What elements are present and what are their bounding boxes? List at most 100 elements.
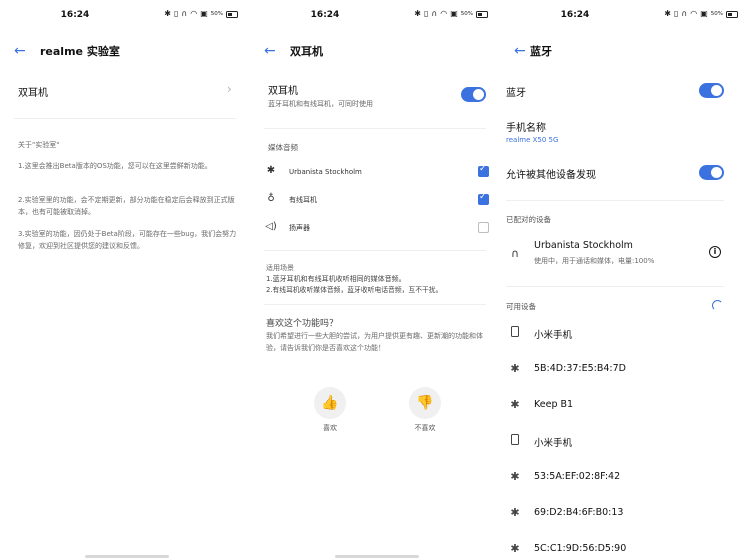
media-item-label: 扬声器 <box>289 224 310 232</box>
vibrate-icon: ▯ <box>673 9 679 18</box>
nfc-icon: ▣ <box>700 9 708 18</box>
status-time: 16:24 <box>560 10 590 20</box>
divider <box>264 304 486 305</box>
available-device-row[interactable]: 小米手机 <box>500 316 750 352</box>
available-devices-heading: 可用设备 <box>506 302 536 311</box>
media-item[interactable]: ◁) 扬声器 <box>250 216 500 240</box>
media-audio-label: 媒体音频 <box>268 143 298 152</box>
media-item-checkbox[interactable] <box>478 164 489 177</box>
lab-screen: 16:24 ✱ ▯ ∩ ◠ ▣ 50% ← realme 实验室 双耳机 › 关… <box>0 0 250 560</box>
media-item-checkbox[interactable] <box>478 192 489 205</box>
toggle-title: 双耳机 <box>268 86 298 97</box>
divider <box>264 250 486 251</box>
scanning-spinner-icon <box>712 300 723 311</box>
phone-icon <box>508 434 522 448</box>
media-item[interactable]: ♁ 有线耳机 <box>250 188 500 212</box>
headphone-icon: ∩ <box>681 9 688 18</box>
available-device-name: 小米手机 <box>534 438 573 449</box>
headphone-icon: ∩ <box>431 9 438 18</box>
phone-icon <box>508 326 522 340</box>
dual-earphone-screen: 16:24 ✱ ▯ ∩ ◠ ▣ 50% ← 双耳机 双耳机 蓝牙耳机和有线耳机，… <box>250 0 500 560</box>
device-name-row[interactable]: 手机名称 realme X50 5G <box>500 116 750 150</box>
feedback-description: 我们希望进行一些大胆的尝试，为用户提供更有趣、更新潮的功能和体验，请告诉我们你是… <box>266 332 483 352</box>
dislike-label: 不喜欢 <box>414 424 436 432</box>
home-indicator[interactable] <box>85 555 169 558</box>
bluetooth-icon: ✱ <box>510 362 520 375</box>
page-title: 双耳机 <box>290 45 323 58</box>
device-name-label: 手机名称 <box>506 123 546 134</box>
thumbs-down-icon: 👎 <box>416 395 434 411</box>
status-time: 16:24 <box>310 10 340 20</box>
page-title: realme 实验室 <box>40 45 120 58</box>
page-header: ← 蓝牙 <box>500 38 750 64</box>
available-device-name: 5B:4D:37:E5:B4:7D <box>534 363 626 374</box>
feedback-title: 喜欢这个功能吗？ <box>266 319 339 329</box>
divider <box>506 286 724 287</box>
like-button[interactable]: 👍 <box>314 387 346 419</box>
dual-earphone-toggle[interactable] <box>461 87 486 102</box>
chevron-right-icon: › <box>227 82 232 96</box>
bluetooth-icon: ✱ <box>164 9 171 18</box>
available-device-row[interactable]: ✱ 53:5A:EF:02:8F:42 <box>500 460 750 496</box>
bluetooth-icon: ✱ <box>510 506 520 519</box>
bluetooth-toggle[interactable] <box>699 83 724 98</box>
battery-percent: 50% <box>210 11 223 17</box>
available-device-row[interactable]: ✱ Keep B1 <box>500 388 750 424</box>
status-time: 16:24 <box>60 10 90 20</box>
wifi-icon: ◠ <box>440 9 448 18</box>
media-item-label: Urbanista Stockholm <box>289 168 362 176</box>
discoverable-toggle[interactable] <box>699 165 724 180</box>
wifi-icon: ◠ <box>690 9 698 18</box>
dislike-button[interactable]: 👎 <box>409 387 441 419</box>
nfc-icon: ▣ <box>200 9 208 18</box>
available-device-row[interactable]: ✱ 5C:C1:9D:56:D5:90 <box>500 532 750 560</box>
info-icon[interactable]: i <box>709 246 721 258</box>
about-paragraph-2: 2.实验室里的功能，会不定期更新，部分功能在稳定后会释放到正式版本，也有可能被取… <box>18 196 235 216</box>
speaker-icon: ◁) <box>265 221 277 232</box>
media-item[interactable]: ✱ Urbanista Stockholm <box>250 160 500 184</box>
media-item-checkbox[interactable] <box>478 222 489 233</box>
available-device-row[interactable]: 小米手机 <box>500 424 750 460</box>
page-title: 蓝牙 <box>530 45 552 58</box>
bluetooth-screen: 16:24 ✱ ▯ ∩ ◠ ▣ 50% ← 蓝牙 蓝牙 手机名称 realme … <box>500 0 750 560</box>
available-device-row[interactable]: ✱ 5B:4D:37:E5:B4:7D <box>500 352 750 388</box>
discoverable-row: 允许被其他设备发现 <box>500 160 750 186</box>
back-arrow-icon[interactable]: ← <box>264 41 276 61</box>
media-item-label: 有线耳机 <box>289 196 317 204</box>
bluetooth-icon: ✱ <box>510 398 520 411</box>
vibrate-icon: ▯ <box>173 9 179 18</box>
about-paragraph-1: 1.这里会推出Beta版本的OS功能，您可以在这里尝鲜新功能。 <box>18 162 212 170</box>
available-device-name: Keep B1 <box>534 399 574 410</box>
wifi-icon: ◠ <box>190 9 198 18</box>
page-header: ← 双耳机 <box>250 38 500 64</box>
divider <box>14 118 236 119</box>
status-icons: ✱ ▯ ∩ ◠ ▣ 50% <box>414 9 488 19</box>
available-device-row[interactable]: ✱ 69:D2:B4:6F:B0:13 <box>500 496 750 532</box>
available-device-name: 小米手机 <box>534 330 573 341</box>
bluetooth-toggle-row: 蓝牙 <box>500 78 750 104</box>
headphone-icon: ∩ <box>181 9 188 18</box>
bluetooth-label: 蓝牙 <box>506 88 526 99</box>
available-device-name: 53:5A:EF:02:8F:42 <box>534 471 621 482</box>
divider <box>264 128 486 129</box>
thumbs-up-icon: 👍 <box>321 395 339 411</box>
bluetooth-icon: ✱ <box>510 542 520 555</box>
status-bar: 16:24 ✱ ▯ ∩ ◠ ▣ 50% <box>250 0 500 32</box>
device-name-value: realme X50 5G <box>506 136 559 144</box>
status-icons: ✱ ▯ ∩ ◠ ▣ 50% <box>664 9 738 19</box>
paired-device-status: 使用中，用于通话和媒体，电量:100% <box>534 257 655 265</box>
battery-percent: 50% <box>710 11 723 17</box>
wired-headphone-icon: ♁ <box>267 193 275 204</box>
home-indicator[interactable] <box>335 555 419 558</box>
divider <box>506 200 724 201</box>
back-arrow-icon[interactable]: ← <box>514 41 526 61</box>
battery-icon <box>476 10 488 18</box>
like-label: 喜欢 <box>323 424 337 432</box>
paired-device-row[interactable]: ∩ Urbanista Stockholm 使用中，用于通话和媒体，电量:100… <box>500 234 750 274</box>
status-bar: 16:24 ✱ ▯ ∩ ◠ ▣ 50% <box>500 0 750 32</box>
nfc-icon: ▣ <box>450 9 458 18</box>
back-arrow-icon[interactable]: ← <box>14 41 26 61</box>
dual-earphone-row[interactable]: 双耳机 › <box>0 76 250 106</box>
battery-icon <box>726 10 738 18</box>
bluetooth-icon: ✱ <box>664 9 671 18</box>
